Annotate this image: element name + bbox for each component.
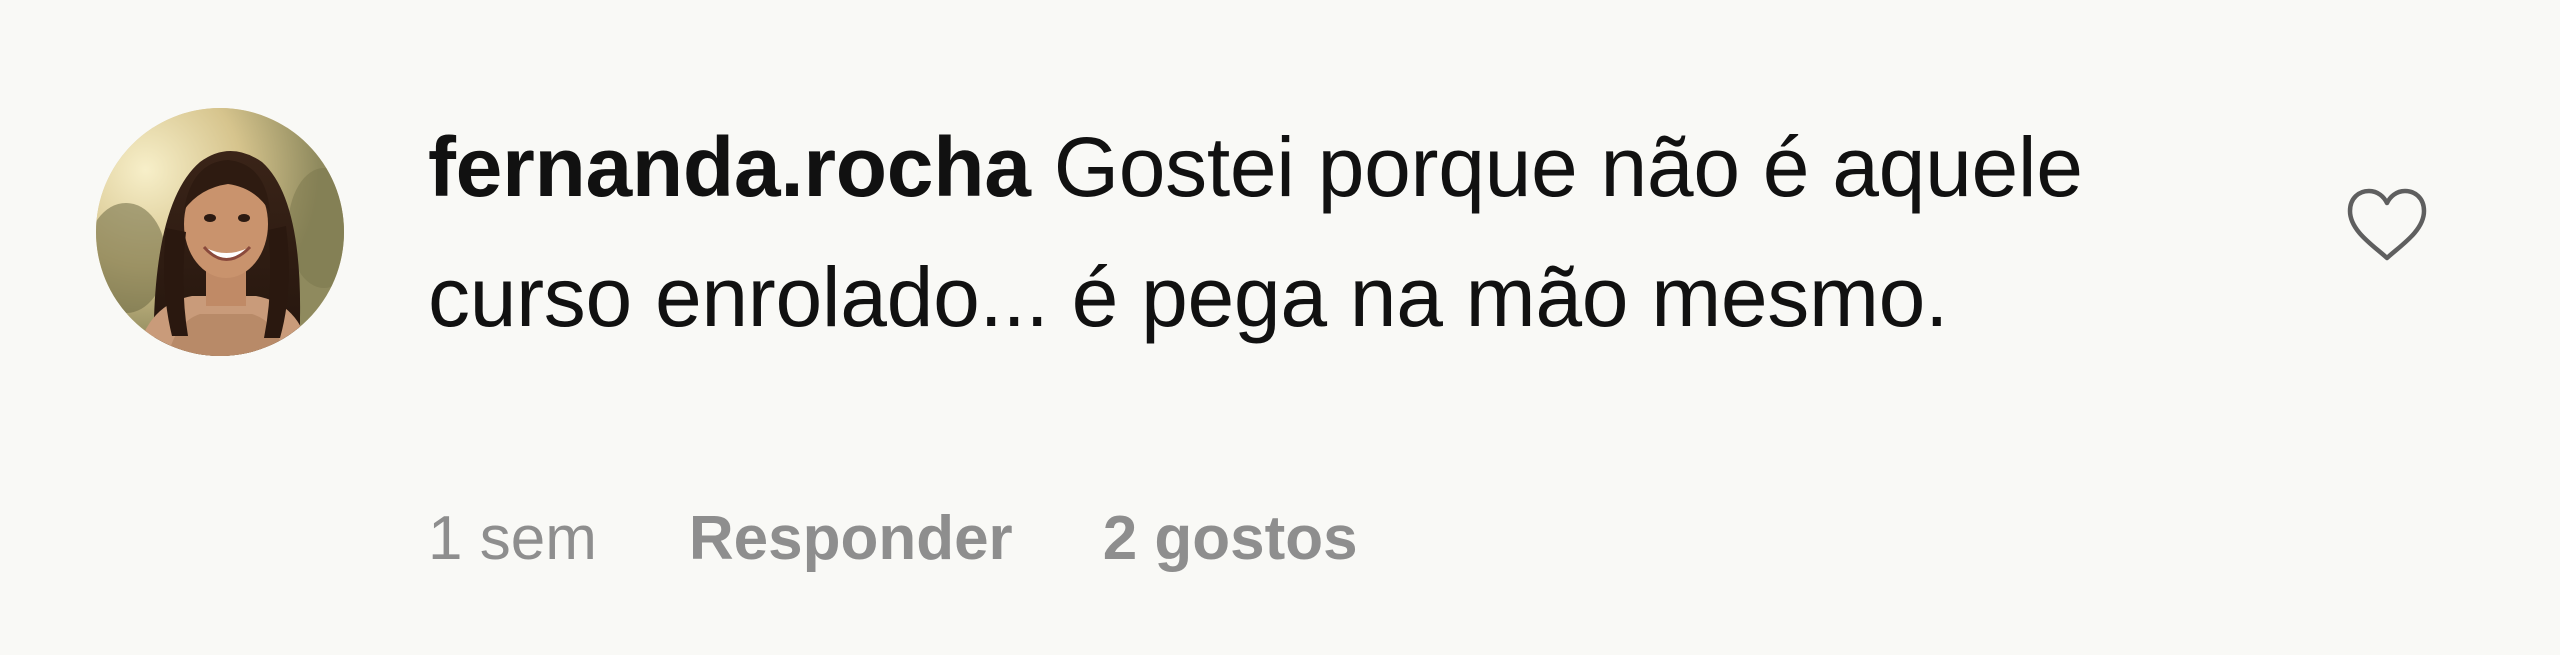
reply-button[interactable]: Responder — [689, 503, 1013, 574]
comment-item: fernanda.rocha Gostei porque não é aquel… — [0, 0, 2560, 655]
heart-outline-icon — [2347, 188, 2427, 261]
likes-count[interactable]: 2 gostos — [1103, 503, 1358, 574]
comment-username[interactable]: fernanda.rocha — [428, 120, 1031, 214]
comment-meta: 1 sem Responder 2 gostos — [428, 498, 1358, 578]
comment-body: fernanda.rocha Gostei porque não é aquel… — [428, 102, 2208, 362]
like-button[interactable] — [2344, 186, 2430, 264]
avatar[interactable] — [96, 108, 344, 356]
avatar-photo — [96, 108, 344, 356]
comment-timestamp: 1 sem — [428, 503, 597, 573]
